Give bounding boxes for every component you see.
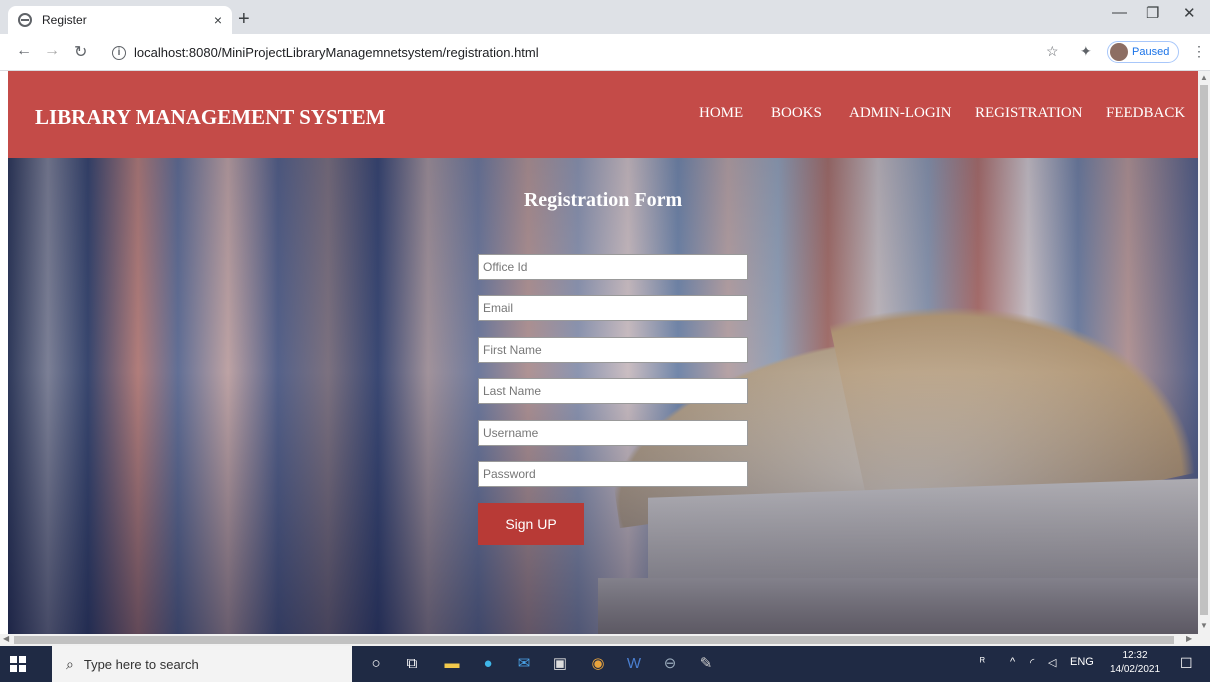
- cortana-icon[interactable]: ○: [366, 654, 386, 674]
- people-icon[interactable]: ᴿ: [980, 656, 985, 668]
- office-id-input[interactable]: [478, 254, 748, 280]
- task-view-icon[interactable]: ⧉: [402, 654, 422, 674]
- edge-browser-icon[interactable]: ●: [478, 654, 498, 674]
- store-icon[interactable]: ▣: [550, 654, 570, 674]
- search-icon: ⌕: [66, 655, 74, 672]
- nav-registration[interactable]: REGISTRATION: [975, 105, 1083, 122]
- profile-button[interactable]: Paused: [1107, 41, 1179, 63]
- horizontal-scrollbar[interactable]: ◀ ▶: [0, 634, 1210, 646]
- first-name-input[interactable]: [478, 337, 748, 363]
- address-bar[interactable]: i localhost:8080/MiniProjectLibraryManag…: [104, 39, 1064, 66]
- word-icon[interactable]: W: [624, 654, 644, 674]
- browser-toolbar: ← → ↻ i localhost:8080/MiniProjectLibrar…: [0, 34, 1210, 71]
- back-icon[interactable]: ←: [16, 42, 32, 60]
- minimize-icon[interactable]: —: [1112, 4, 1127, 21]
- notifications-icon[interactable]: ☐: [1180, 655, 1193, 672]
- language-indicator[interactable]: ENG: [1070, 656, 1094, 668]
- extensions-icon[interactable]: ✦: [1080, 43, 1092, 60]
- wifi-icon[interactable]: ◜: [1030, 656, 1034, 669]
- avatar: [1110, 43, 1128, 61]
- taskbar-search[interactable]: ⌕ Type here to search: [52, 646, 352, 682]
- browser-tab[interactable]: Register ×: [8, 6, 232, 34]
- site-header: LIBRARY MANAGEMENT SYSTEM HOME BOOKS ADM…: [8, 71, 1198, 158]
- page-viewport: LIBRARY MANAGEMENT SYSTEM HOME BOOKS ADM…: [8, 71, 1198, 634]
- site-title: LIBRARY MANAGEMENT SYSTEM: [35, 105, 386, 129]
- app-icon[interactable]: ⊖: [660, 654, 680, 674]
- reload-icon[interactable]: ↻: [74, 42, 87, 62]
- password-input[interactable]: [478, 461, 748, 487]
- nav-books[interactable]: BOOKS: [771, 105, 822, 122]
- profile-status: Paused: [1132, 46, 1170, 58]
- page-gutter: [0, 71, 8, 634]
- tab-close-icon[interactable]: ×: [214, 12, 222, 28]
- windows-taskbar: ⌕ Type here to search ○ ⧉ ▬ ● ✉ ▣ ◉ W ⊖ …: [0, 646, 1210, 682]
- nav-feedback[interactable]: FEEDBACK: [1106, 105, 1185, 122]
- window-close-icon[interactable]: ✕: [1183, 4, 1196, 22]
- clock-time: 12:32: [1122, 650, 1148, 661]
- mail-icon[interactable]: ✉: [514, 654, 534, 674]
- forward-icon[interactable]: →: [44, 42, 60, 60]
- info-icon[interactable]: i: [112, 45, 126, 60]
- chrome-icon[interactable]: ◉: [588, 654, 608, 674]
- email-input[interactable]: [478, 295, 748, 321]
- scroll-down-icon[interactable]: ▼: [1200, 621, 1208, 630]
- last-name-input[interactable]: [478, 378, 748, 404]
- form-title: Registration Form: [523, 189, 683, 211]
- scroll-right-icon[interactable]: ▶: [1186, 634, 1192, 643]
- scroll-left-icon[interactable]: ◀: [3, 634, 9, 643]
- nav-home[interactable]: HOME: [699, 105, 743, 122]
- taskbar-search-placeholder: Type here to search: [83, 656, 199, 672]
- browser-tab-strip: Register × + — ❐ ✕: [0, 0, 1210, 34]
- username-input[interactable]: [478, 420, 748, 446]
- globe-icon: [18, 13, 32, 27]
- tab-title: Register: [42, 13, 87, 27]
- windows-start-icon[interactable]: [10, 656, 26, 672]
- vertical-scrollbar[interactable]: ▲ ▼: [1198, 71, 1210, 634]
- restore-icon[interactable]: ❐: [1146, 4, 1159, 22]
- new-tab-button[interactable]: +: [238, 8, 250, 31]
- speaker-icon[interactable]: ◁: [1048, 656, 1056, 669]
- nav-admin-login[interactable]: ADMIN-LOGIN: [849, 105, 951, 122]
- tray-chevron-icon[interactable]: ^: [1010, 656, 1015, 668]
- url-text: localhost:8080/MiniProjectLibraryManagem…: [134, 45, 539, 60]
- horizontal-scroll-thumb[interactable]: [14, 636, 1174, 644]
- paint-icon[interactable]: ✎: [696, 654, 716, 674]
- menu-kebab-icon[interactable]: ⋮: [1192, 43, 1206, 60]
- vertical-scroll-thumb[interactable]: [1200, 85, 1208, 615]
- bookmark-star-icon[interactable]: ☆: [1046, 43, 1059, 60]
- taskbar-clock[interactable]: 12:32 14/02/2021: [1106, 649, 1164, 677]
- clock-date: 14/02/2021: [1109, 664, 1161, 675]
- file-explorer-icon[interactable]: ▬: [442, 654, 462, 674]
- sign-up-button[interactable]: Sign UP: [478, 503, 584, 545]
- scroll-up-icon[interactable]: ▲: [1200, 73, 1208, 82]
